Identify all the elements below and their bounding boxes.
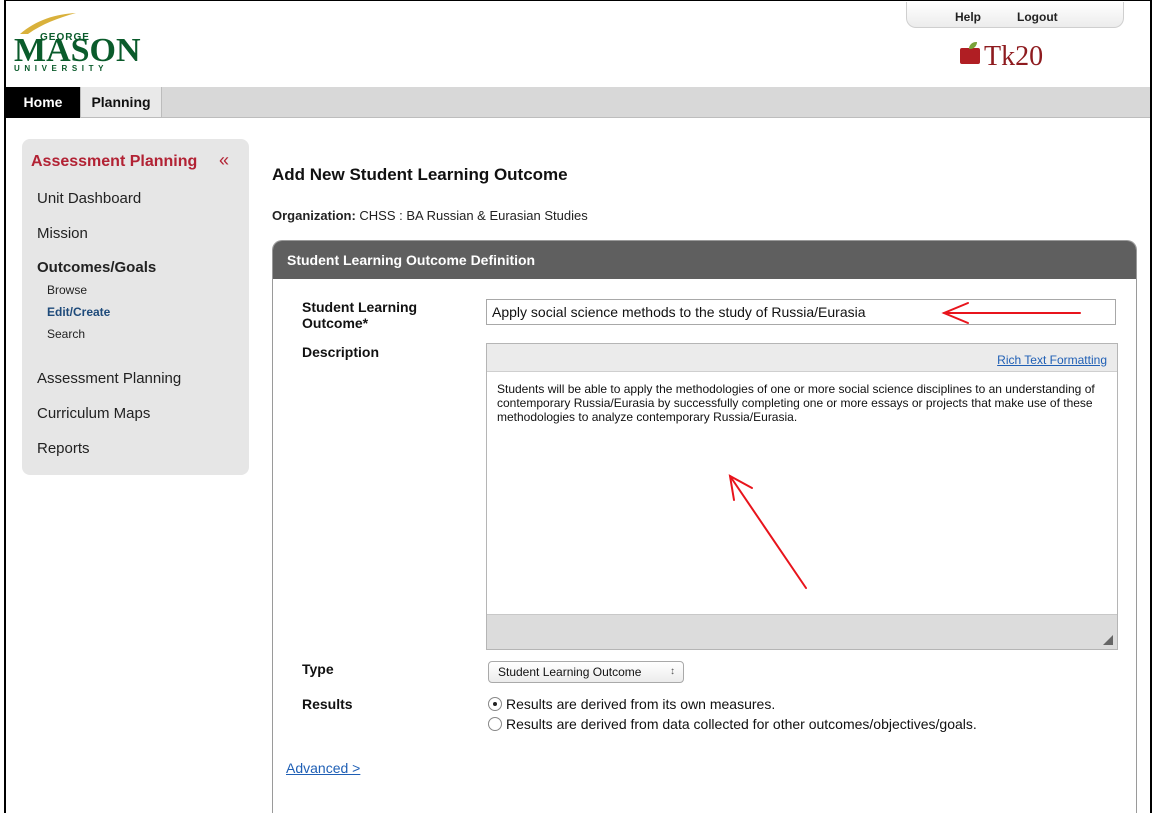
annotation-arrow-icon — [728, 474, 807, 589]
annotation-arrow-icon — [941, 302, 1081, 324]
annotation-overlay — [728, 302, 1081, 589]
